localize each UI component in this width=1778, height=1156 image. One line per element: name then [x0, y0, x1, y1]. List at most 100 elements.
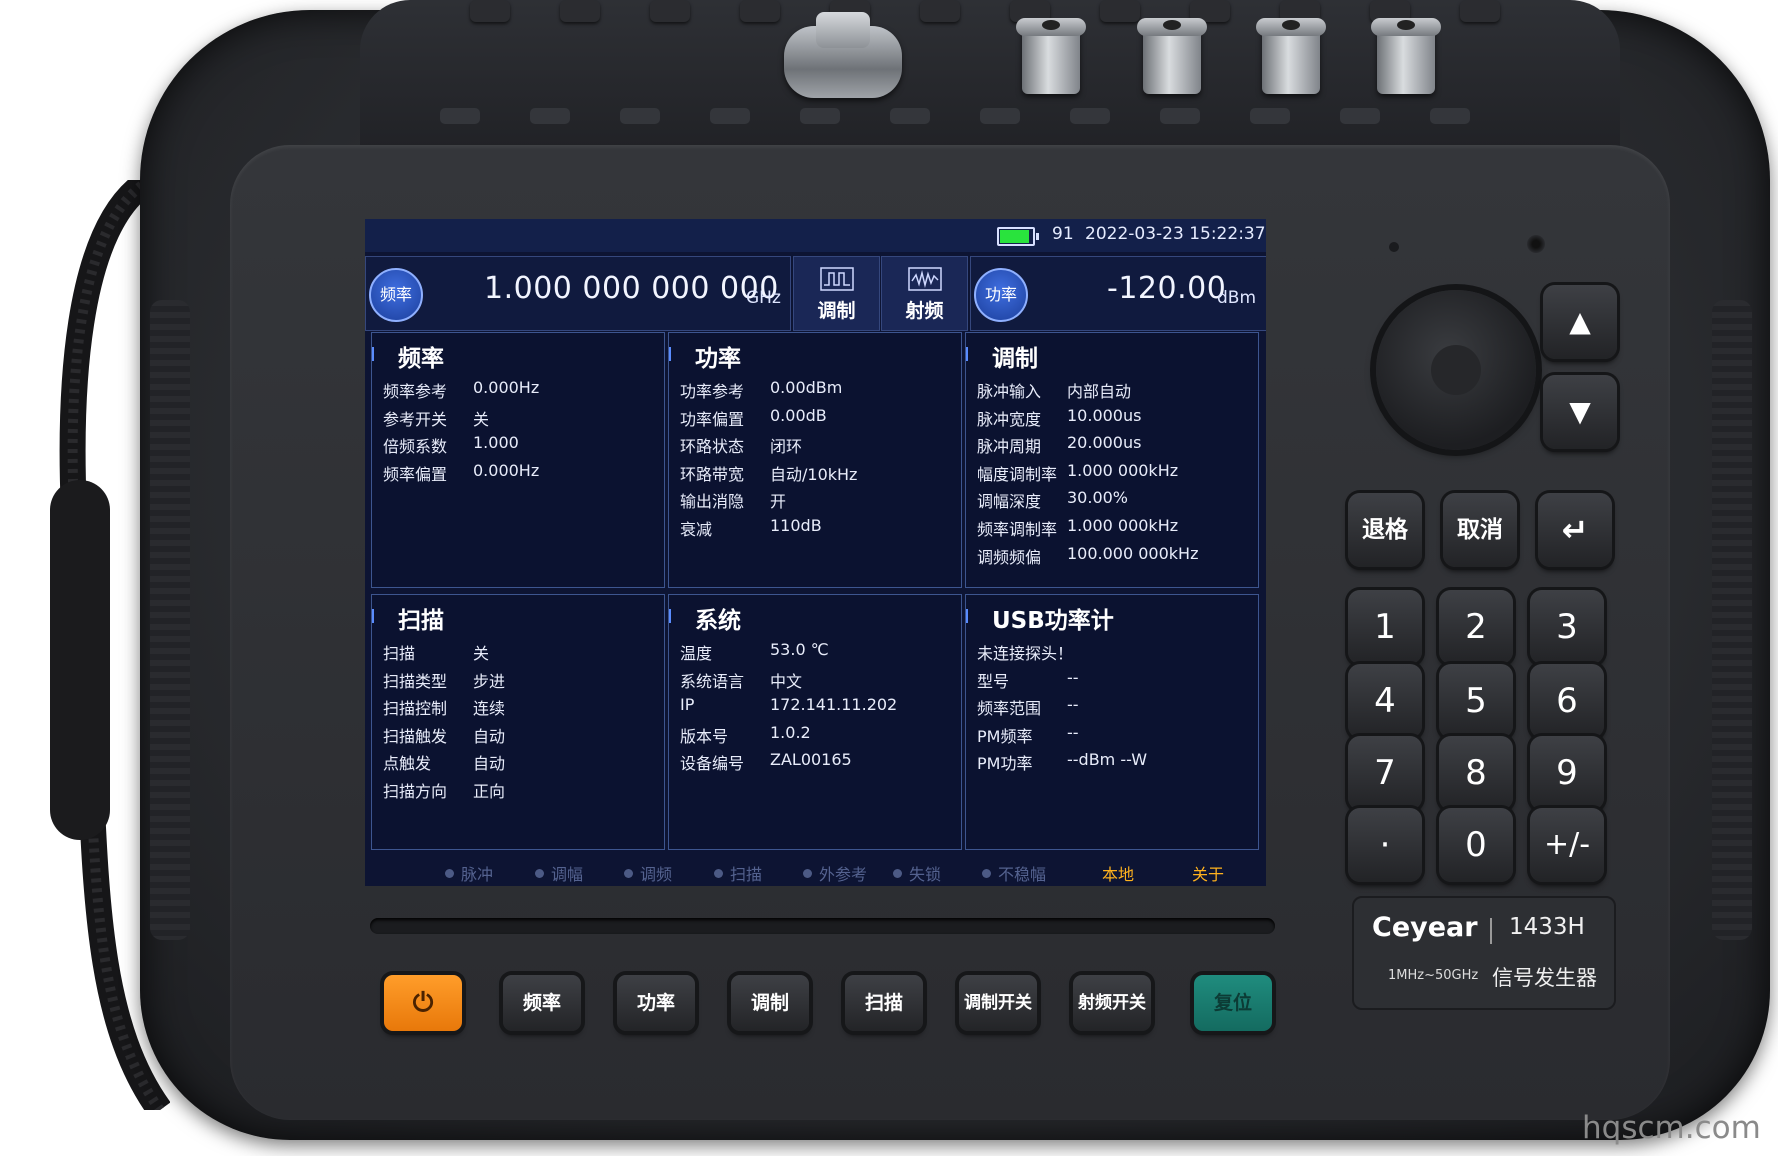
digit-key-9[interactable]: 9 [1530, 736, 1604, 810]
info-row: 衰减 110dB [680, 516, 857, 544]
info-row: 版本号 1.0.2 [680, 723, 897, 751]
digit-key-8[interactable]: 8 [1439, 736, 1513, 810]
info-row-value: 正向 [473, 781, 506, 801]
digit-key-3[interactable]: 3 [1530, 590, 1604, 664]
panel-power[interactable]: 功率 功率参考 0.00dBm 功率偏置 0.00dB 环路状态 闭环 环路带宽 自动/10k… [668, 332, 962, 588]
modulation-key[interactable]: 调制 [731, 975, 809, 1031]
info-row-value: 1.000 000kHz [1067, 460, 1179, 480]
power-display[interactable]: 功率 -120.00 dBm [970, 256, 1266, 331]
info-row-value: 0.000Hz [473, 378, 540, 397]
info-row: 脉冲周期 20.000us [977, 433, 1198, 461]
display-screen: 91 2022-03-23 15:22:37 频率 1.000 000 000 … [365, 219, 1266, 886]
digit-key-7[interactable]: 7 [1348, 736, 1422, 810]
info-row-value: 1.000 [473, 433, 519, 453]
tab-modulation-label: 调制 [817, 300, 856, 322]
panel-frequency[interactable]: 频率 频率参考 0.000Hz 参考开关 关倍频系数 1.000 频率偏置 0.000Hz [371, 332, 665, 588]
reset-key[interactable]: 复位 [1194, 975, 1272, 1031]
status-bar: 91 2022-03-23 15:22:37 [365, 219, 1266, 252]
panel-system-rows: 温度 53.0 ℃ 系统语言 中文 IP 172.141.11.202 版本号 1.0.2 设备… [680, 640, 897, 778]
power-button[interactable]: ⏻ [384, 975, 462, 1031]
info-row: 设备编号 ZAL00165 [680, 750, 897, 778]
soft-button-local[interactable]: 本地 [1102, 861, 1134, 885]
rf-wave-icon [908, 267, 942, 291]
pin-icon [624, 869, 633, 878]
indicator-fm-label: 调频 [640, 865, 673, 884]
panel-usb-title: USB功率计 [966, 601, 1114, 635]
rf-switch-key[interactable]: 射频开关 [1073, 975, 1151, 1031]
speaker-grille [1527, 235, 1545, 253]
indicator-sweep: 扫描 [714, 861, 762, 885]
info-row-key: 未连接探头！ [977, 644, 1074, 663]
info-row-key: 幅度调制率 [977, 464, 1058, 484]
frequency-key[interactable]: 频率 [503, 975, 581, 1031]
pin-icon [714, 869, 723, 878]
info-row: 功率偏置 0.00dB [680, 406, 857, 434]
modulation-switch-key[interactable]: 调制开关 [959, 975, 1037, 1031]
indicator-am-label: 调幅 [551, 865, 584, 884]
signal-generator-device: 91 2022-03-23 15:22:37 频率 1.000 000 000 … [0, 0, 1778, 1156]
brand-label: Ceyear 1433H 1MHz~50GHz 信号发生器 [1352, 896, 1616, 1010]
enter-key[interactable]: ↵ [1538, 493, 1612, 567]
tab-modulation[interactable]: 调制 [793, 256, 880, 331]
panel-power-title-text: 功率 [695, 346, 741, 372]
indicator-unlock-label: 失锁 [909, 865, 942, 884]
sweep-key[interactable]: 扫描 [845, 975, 923, 1031]
info-row-key: 温度 [680, 644, 713, 663]
power-label-circle: 功率 [974, 268, 1028, 322]
panel-system-title: 系统 [669, 601, 741, 635]
digit-key-0[interactable]: 0 [1439, 808, 1513, 882]
digit-key-2[interactable]: 2 [1439, 590, 1513, 664]
cancel-key[interactable]: 取消 [1443, 493, 1517, 567]
info-row-key: 脉冲周期 [977, 437, 1042, 457]
watermark: hqscm.com [1582, 1110, 1761, 1146]
decimal-point-key[interactable]: · [1348, 808, 1422, 882]
digit-key-1[interactable]: 1 [1348, 590, 1422, 664]
pin-icon [893, 869, 902, 878]
frequency-unit: GHz [746, 288, 781, 308]
title-marker [372, 609, 374, 623]
info-row-value: 开 [770, 492, 787, 512]
info-row: IP 172.141.11.202 [680, 695, 897, 723]
panel-system[interactable]: 系统 温度 53.0 ℃ 系统语言 中文 IP 172.141.11.202 版本号 1.0.… [668, 594, 962, 850]
panel-modulation[interactable]: 调制 脉冲输入 内部自动 脉冲宽度 10.000us 脉冲周期 20.000us 幅度调制率… [965, 332, 1259, 588]
power-level-key[interactable]: 功率 [617, 975, 695, 1031]
info-row-key: 点触发 [383, 754, 432, 774]
info-row-value: 自动 [473, 754, 506, 774]
info-row-key: 参考开关 [383, 409, 448, 429]
info-row: 脉冲输入 内部自动 [977, 378, 1198, 406]
datetime: 2022-03-23 15:22:37 [1085, 224, 1266, 244]
info-row: 环路带宽 自动/10kHz [680, 461, 857, 489]
digit-key-5[interactable]: 5 [1439, 664, 1513, 738]
panel-frequency-title-text: 频率 [398, 346, 444, 372]
info-row-value: -- [1067, 695, 1079, 715]
panel-sweep[interactable]: 扫描 扫描关扫描类型 步进 扫描控制 连续 扫描触发 自动 点触发 自动 扫描方向 正向 [371, 594, 665, 850]
down-arrow-key[interactable]: ▼ [1543, 375, 1617, 449]
info-row-value: 自动/10kHz [770, 464, 858, 484]
plus-minus-key[interactable]: +/- [1530, 808, 1604, 882]
soft-button-about[interactable]: 关于 [1192, 861, 1224, 885]
power-value: -120.00 [1107, 271, 1227, 306]
digit-key-6[interactable]: 6 [1530, 664, 1604, 738]
light-sensor [1389, 242, 1399, 252]
pin-icon [982, 869, 991, 878]
panel-usb-power-meter[interactable]: USB功率计 未连接探头！ 型号 -- 频率范围 -- PM频率 -- PM功率 --dBm -… [965, 594, 1259, 850]
up-arrow-key[interactable]: ▲ [1543, 285, 1617, 359]
tab-rf[interactable]: 射频 [881, 256, 968, 331]
info-row-value: ZAL00165 [770, 750, 852, 770]
info-row-key: 频率范围 [977, 699, 1042, 719]
frequency-display[interactable]: 频率 1.000 000 000 000 GHz [365, 256, 791, 331]
info-row: 调幅深度 30.00% [977, 488, 1198, 516]
title-marker [669, 347, 671, 361]
pin-icon [445, 869, 454, 878]
bnc-connector-3 [1256, 18, 1326, 94]
backspace-key[interactable]: 退格 [1348, 493, 1422, 567]
info-row-value: 0.00dBm [770, 378, 843, 397]
rotary-knob[interactable] [1376, 290, 1536, 450]
info-row: 频率范围 -- [977, 695, 1147, 723]
digit-key-4[interactable]: 4 [1348, 664, 1422, 738]
info-row-key: 环路状态 [680, 437, 745, 457]
info-row-key: 版本号 [680, 726, 729, 746]
info-row-value: -- [1067, 722, 1079, 742]
info-row: 功率参考 0.00dBm [680, 378, 857, 406]
info-row-value: 0.00dB [770, 405, 827, 425]
